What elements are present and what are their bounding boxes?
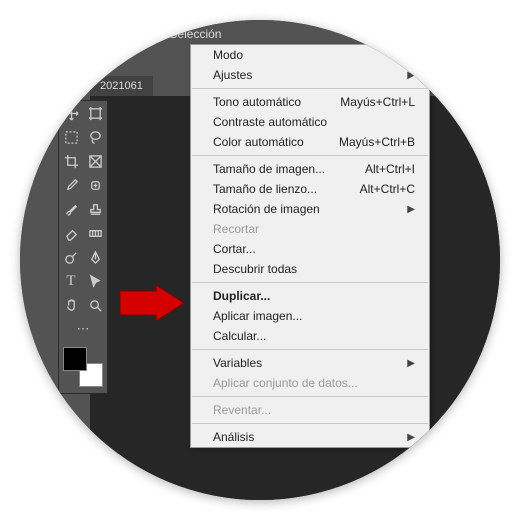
menu-item-descubrir[interactable]: Descubrir todas <box>191 259 429 279</box>
red-arrow-annotation <box>120 285 184 326</box>
menu-item-aplicar-imagen[interactable]: Aplicar imagen... <box>191 306 429 326</box>
menu-item-contraste-auto[interactable]: Contraste automático <box>191 112 429 132</box>
menu-item-rotacion[interactable]: Rotación de imagen▶ <box>191 199 429 219</box>
menu-separator <box>192 423 428 424</box>
hand-tool-icon[interactable] <box>59 293 83 317</box>
color-swatches[interactable] <box>63 347 103 387</box>
menu-capa[interactable]: Capa <box>62 24 111 44</box>
option-label: s <box>88 48 94 60</box>
menu-item-duplicar[interactable]: Duplicar... <box>191 286 429 306</box>
menu-item-aplicar-datos: Aplicar conjunto de datos... <box>191 373 429 393</box>
zoom-tool-icon[interactable] <box>83 293 107 317</box>
menu-separator <box>192 396 428 397</box>
options-bar: ✓ s <box>70 48 94 60</box>
brush-tool-icon[interactable] <box>59 197 83 221</box>
type-tool-icon[interactable]: T <box>59 269 83 293</box>
menu-separator <box>192 155 428 156</box>
gradient-tool-icon[interactable] <box>83 221 107 245</box>
menu-item-tamano-lienzo[interactable]: Tamaño de lienzo...Alt+Ctrl+C <box>191 179 429 199</box>
chevron-right-icon: ▶ <box>407 70 415 81</box>
document-tab[interactable]: 2021061 <box>90 76 153 96</box>
menu-item-variables[interactable]: Variables▶ <box>191 353 429 373</box>
menu-item-tono-auto[interactable]: Tono automáticoMayús+Ctrl+L <box>191 92 429 112</box>
app-window: ción Imagen Capa Texto Selección ✓ s 202… <box>20 20 500 500</box>
chevron-right-icon: ▶ <box>407 204 415 215</box>
pen-tool-icon[interactable] <box>83 245 107 269</box>
menu-bar: ción Imagen Capa Texto Selección <box>20 24 231 44</box>
eyedropper-tool-icon[interactable] <box>59 173 83 197</box>
menu-separator <box>192 349 428 350</box>
menu-item-analisis[interactable]: Análisis▶ <box>191 427 429 447</box>
move-tool-icon[interactable] <box>59 101 83 125</box>
dodge-tool-icon[interactable] <box>59 245 83 269</box>
lasso-tool-icon[interactable] <box>83 125 107 149</box>
chevron-right-icon: ▶ <box>407 50 415 61</box>
chevron-right-icon: ▶ <box>407 432 415 443</box>
menu-item-recortar: Recortar <box>191 219 429 239</box>
foreground-color-swatch[interactable] <box>63 347 87 371</box>
path-select-tool-icon[interactable] <box>83 269 107 293</box>
menu-imagen[interactable]: Imagen <box>20 24 62 44</box>
marquee-tool-icon[interactable] <box>59 125 83 149</box>
menu-item-modo[interactable]: Modo▶ <box>191 45 429 65</box>
stamp-tool-icon[interactable] <box>83 197 107 221</box>
more-tools-icon[interactable]: ⋯ <box>59 317 107 341</box>
menu-seleccion[interactable]: Selección <box>159 24 231 44</box>
shortcut-label: Alt+Ctrl+I <box>365 162 415 176</box>
menu-item-reventar: Reventar... <box>191 400 429 420</box>
imagen-dropdown-menu: Modo▶ Ajustes▶ Tono automáticoMayús+Ctrl… <box>190 44 430 448</box>
menu-item-color-auto[interactable]: Color automáticoMayús+Ctrl+B <box>191 132 429 152</box>
artboard-tool-icon[interactable] <box>83 101 107 125</box>
healing-tool-icon[interactable] <box>83 173 107 197</box>
menu-separator <box>192 88 428 89</box>
chevron-right-icon: ▶ <box>407 358 415 369</box>
shortcut-label: Mayús+Ctrl+L <box>340 95 415 109</box>
crop-tool-icon[interactable] <box>59 149 83 173</box>
menu-item-cortar[interactable]: Cortar... <box>191 239 429 259</box>
shortcut-label: Mayús+Ctrl+B <box>339 135 415 149</box>
eraser-tool-icon[interactable] <box>59 221 83 245</box>
menu-item-ajustes[interactable]: Ajustes▶ <box>191 65 429 85</box>
toolbox: T ⋯ <box>58 100 108 394</box>
menu-item-calcular[interactable]: Calcular... <box>191 326 429 346</box>
shortcut-label: Alt+Ctrl+C <box>360 182 415 196</box>
frame-tool-icon[interactable] <box>83 149 107 173</box>
menu-separator <box>192 282 428 283</box>
option-checkbox[interactable]: ✓ <box>70 48 82 60</box>
menu-texto[interactable]: Texto <box>111 24 160 44</box>
menu-item-tamano-imagen[interactable]: Tamaño de imagen...Alt+Ctrl+I <box>191 159 429 179</box>
